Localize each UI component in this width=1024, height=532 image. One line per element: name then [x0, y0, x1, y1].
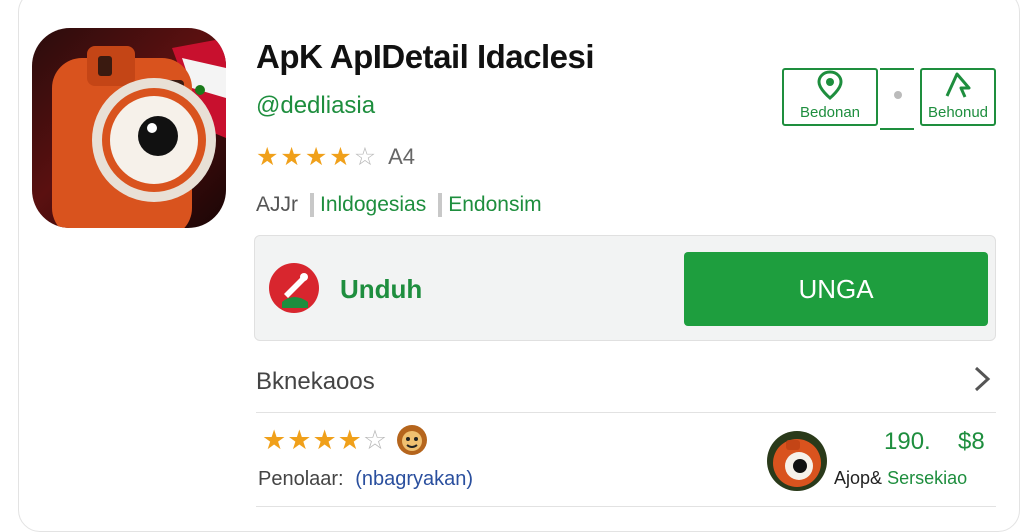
star-outline-icon: ☆	[353, 143, 377, 171]
download-app-icon[interactable]	[268, 262, 320, 314]
divider	[256, 412, 996, 413]
related-app-icon[interactable]	[766, 430, 828, 492]
star-icon: ★	[256, 143, 279, 171]
related-caption: Ajop& Sersekiao	[834, 468, 967, 489]
developer-link[interactable]: @dedliasia	[256, 92, 375, 120]
review-rating: ★ ★ ★ ★ ☆	[262, 424, 428, 456]
behonud-label: Behonud	[927, 104, 989, 121]
review-meta-label: Penolaar:	[258, 468, 344, 490]
star-icon: ★	[280, 143, 303, 171]
related-price: $8	[958, 428, 985, 455]
related-caption-b[interactable]: Sersekiao	[887, 468, 967, 488]
meta-category: AJJr	[256, 193, 298, 216]
star-icon: ★	[262, 425, 287, 455]
related-caption-a: Ajop&	[834, 468, 883, 488]
review-meta-link[interactable]: (nbagryakan)	[355, 468, 473, 490]
rating-count: A4	[388, 144, 416, 169]
reviewer-avatar[interactable]	[396, 424, 428, 456]
star-outline-icon: ☆	[362, 425, 388, 455]
bedonan-label: Bedonan	[799, 104, 861, 121]
install-button[interactable]: UNGA	[684, 252, 988, 326]
app-title: ApK ApIDetail Idaclesi	[256, 38, 595, 75]
action-separator	[880, 68, 914, 130]
location-pin-icon	[817, 70, 843, 100]
star-icon: ★	[337, 425, 362, 455]
star-icon: ★	[304, 143, 328, 171]
star-icon: ★	[329, 143, 352, 171]
bedonan-button[interactable]: Bedonan	[782, 68, 878, 126]
section-title: Bknekaoos	[256, 368, 375, 395]
behonud-button[interactable]: Behonud	[920, 68, 996, 126]
star-icon: ★	[287, 425, 312, 455]
review-meta: Penolaar: (nbagryakan)	[258, 468, 473, 491]
chevron-right-icon[interactable]	[968, 364, 994, 394]
separator-dot	[894, 91, 902, 99]
app-rating: ★ ★ ★ ★ ☆ A4	[256, 144, 415, 170]
download-label[interactable]: Unduh	[340, 274, 422, 305]
related-rating-value: 190.	[884, 428, 931, 455]
camera-mascot-icon	[52, 38, 226, 228]
divider	[256, 506, 996, 507]
meta-language[interactable]: Endonsim	[438, 193, 542, 217]
app-meta: AJJr Inldogesias Endonsim	[256, 193, 542, 217]
meta-region: Inldogesias	[310, 193, 426, 217]
app-icon[interactable]	[32, 28, 226, 228]
star-icon: ★	[312, 425, 337, 455]
share-arrow-icon	[945, 72, 971, 98]
